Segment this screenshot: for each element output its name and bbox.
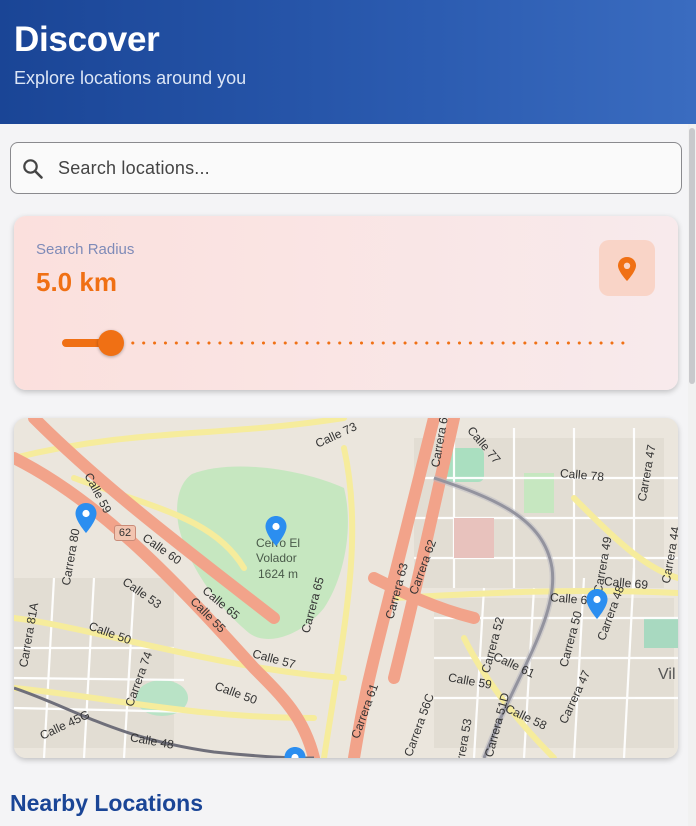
place-label: Vil [658, 666, 676, 683]
page-title: Discover [14, 20, 160, 59]
nearby-locations-heading: Nearby Locations [10, 790, 203, 816]
map-marker-icon[interactable] [283, 746, 307, 758]
map-marker-icon[interactable] [74, 502, 98, 534]
map-marker-icon[interactable] [585, 588, 609, 620]
search-input[interactable] [58, 151, 658, 185]
search-icon [23, 159, 43, 179]
location-pin-icon [618, 257, 636, 281]
map-view[interactable]: Calle 59 Carrera 80 Calle 60 Calle 53 Ca… [14, 418, 678, 758]
slider-thumb[interactable] [98, 330, 124, 356]
app-header: Discover Explore locations around you [0, 0, 696, 124]
location-pin-button[interactable] [599, 240, 655, 296]
page-subtitle: Explore locations around you [14, 68, 247, 88]
radius-slider[interactable] [62, 328, 628, 358]
scrollbar-thumb[interactable] [689, 128, 695, 384]
landmark-elevation: 1624 m [258, 567, 299, 581]
radius-value: 5.0 km [36, 267, 117, 297]
radius-label: Search Radius [36, 241, 135, 258]
scrollbar[interactable] [688, 124, 696, 826]
search-bar[interactable] [10, 142, 682, 194]
landmark-name-line2: Volador [256, 551, 297, 565]
route-shield: 62 [114, 525, 136, 541]
search-radius-card: Search Radius 5.0 km [14, 216, 678, 390]
slider-track [62, 341, 628, 345]
map-marker-icon[interactable] [264, 515, 288, 547]
